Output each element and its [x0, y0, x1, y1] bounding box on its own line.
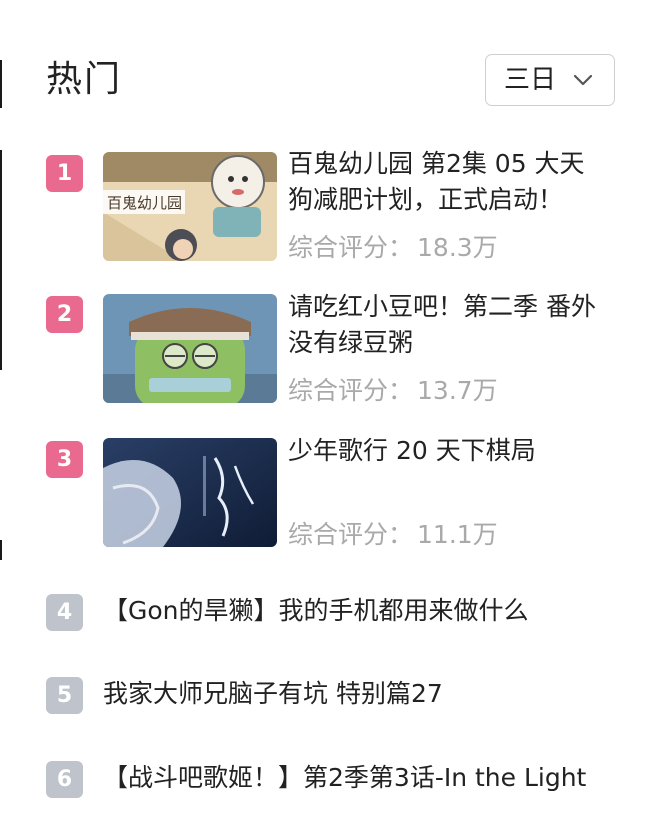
thumbnail-art [103, 294, 277, 403]
item-title-line: 百鬼幼儿园 第2集 05 大天 [288, 149, 585, 178]
thumbnail-art [103, 438, 277, 547]
item-title-line: 没有绿豆粥 [288, 328, 414, 357]
item-title-line: 请吃红小豆吧！第二季 番外 [288, 292, 596, 321]
score-value: 13.7万 [417, 376, 498, 405]
item-title[interactable]: 【Gon的旱獭】我的手机都用来做什么 [103, 593, 529, 629]
rank-badge: 4 [46, 594, 83, 631]
video-thumbnail[interactable] [103, 438, 277, 547]
rank-badge: 6 [46, 761, 83, 798]
item-title[interactable]: 请吃红小豆吧！第二季 番外 没有绿豆粥 [288, 289, 628, 361]
item-title[interactable]: 【战斗吧歌姬！】第2季第3话-In the Light [103, 760, 586, 796]
thumbnail-art: 百鬼幼儿园 [103, 152, 277, 261]
rank-badge: 5 [46, 677, 83, 714]
thumbnail-logo-text: 百鬼幼儿园 [107, 194, 182, 212]
item-title-line: 狗减肥计划，正式启动！ [288, 185, 564, 214]
range-dropdown[interactable]: 三日 [485, 54, 615, 106]
item-title-line: 少年歌行 20 天下棋局 [288, 436, 536, 465]
left-edge-line [0, 150, 2, 370]
score: 综合评分： 11.1万 [288, 517, 498, 553]
left-edge-line [0, 540, 2, 560]
page-title: 热门 [46, 59, 123, 100]
score-value: 18.3万 [417, 233, 498, 262]
left-edge-line [0, 60, 2, 108]
item-title[interactable]: 少年歌行 20 天下棋局 [288, 433, 628, 469]
range-dropdown-value: 三日 [504, 65, 557, 95]
score-label: 综合评分： [288, 520, 414, 549]
score: 综合评分： 13.7万 [288, 373, 498, 409]
rank-badge: 3 [46, 441, 83, 478]
rank-badge: 2 [46, 296, 83, 333]
score-value: 11.1万 [417, 520, 498, 549]
video-thumbnail[interactable]: 百鬼幼儿园 [103, 152, 277, 261]
score-label: 综合评分： [288, 376, 414, 405]
score-label: 综合评分： [288, 233, 414, 262]
video-thumbnail[interactable] [103, 294, 277, 403]
item-title[interactable]: 我家大师兄脑子有坑 特别篇27 [103, 676, 443, 712]
item-title[interactable]: 百鬼幼儿园 第2集 05 大天 狗减肥计划，正式启动！ [288, 146, 628, 218]
rank-badge: 1 [46, 155, 83, 192]
score: 综合评分： 18.3万 [288, 230, 498, 266]
chevron-down-icon [573, 74, 593, 86]
